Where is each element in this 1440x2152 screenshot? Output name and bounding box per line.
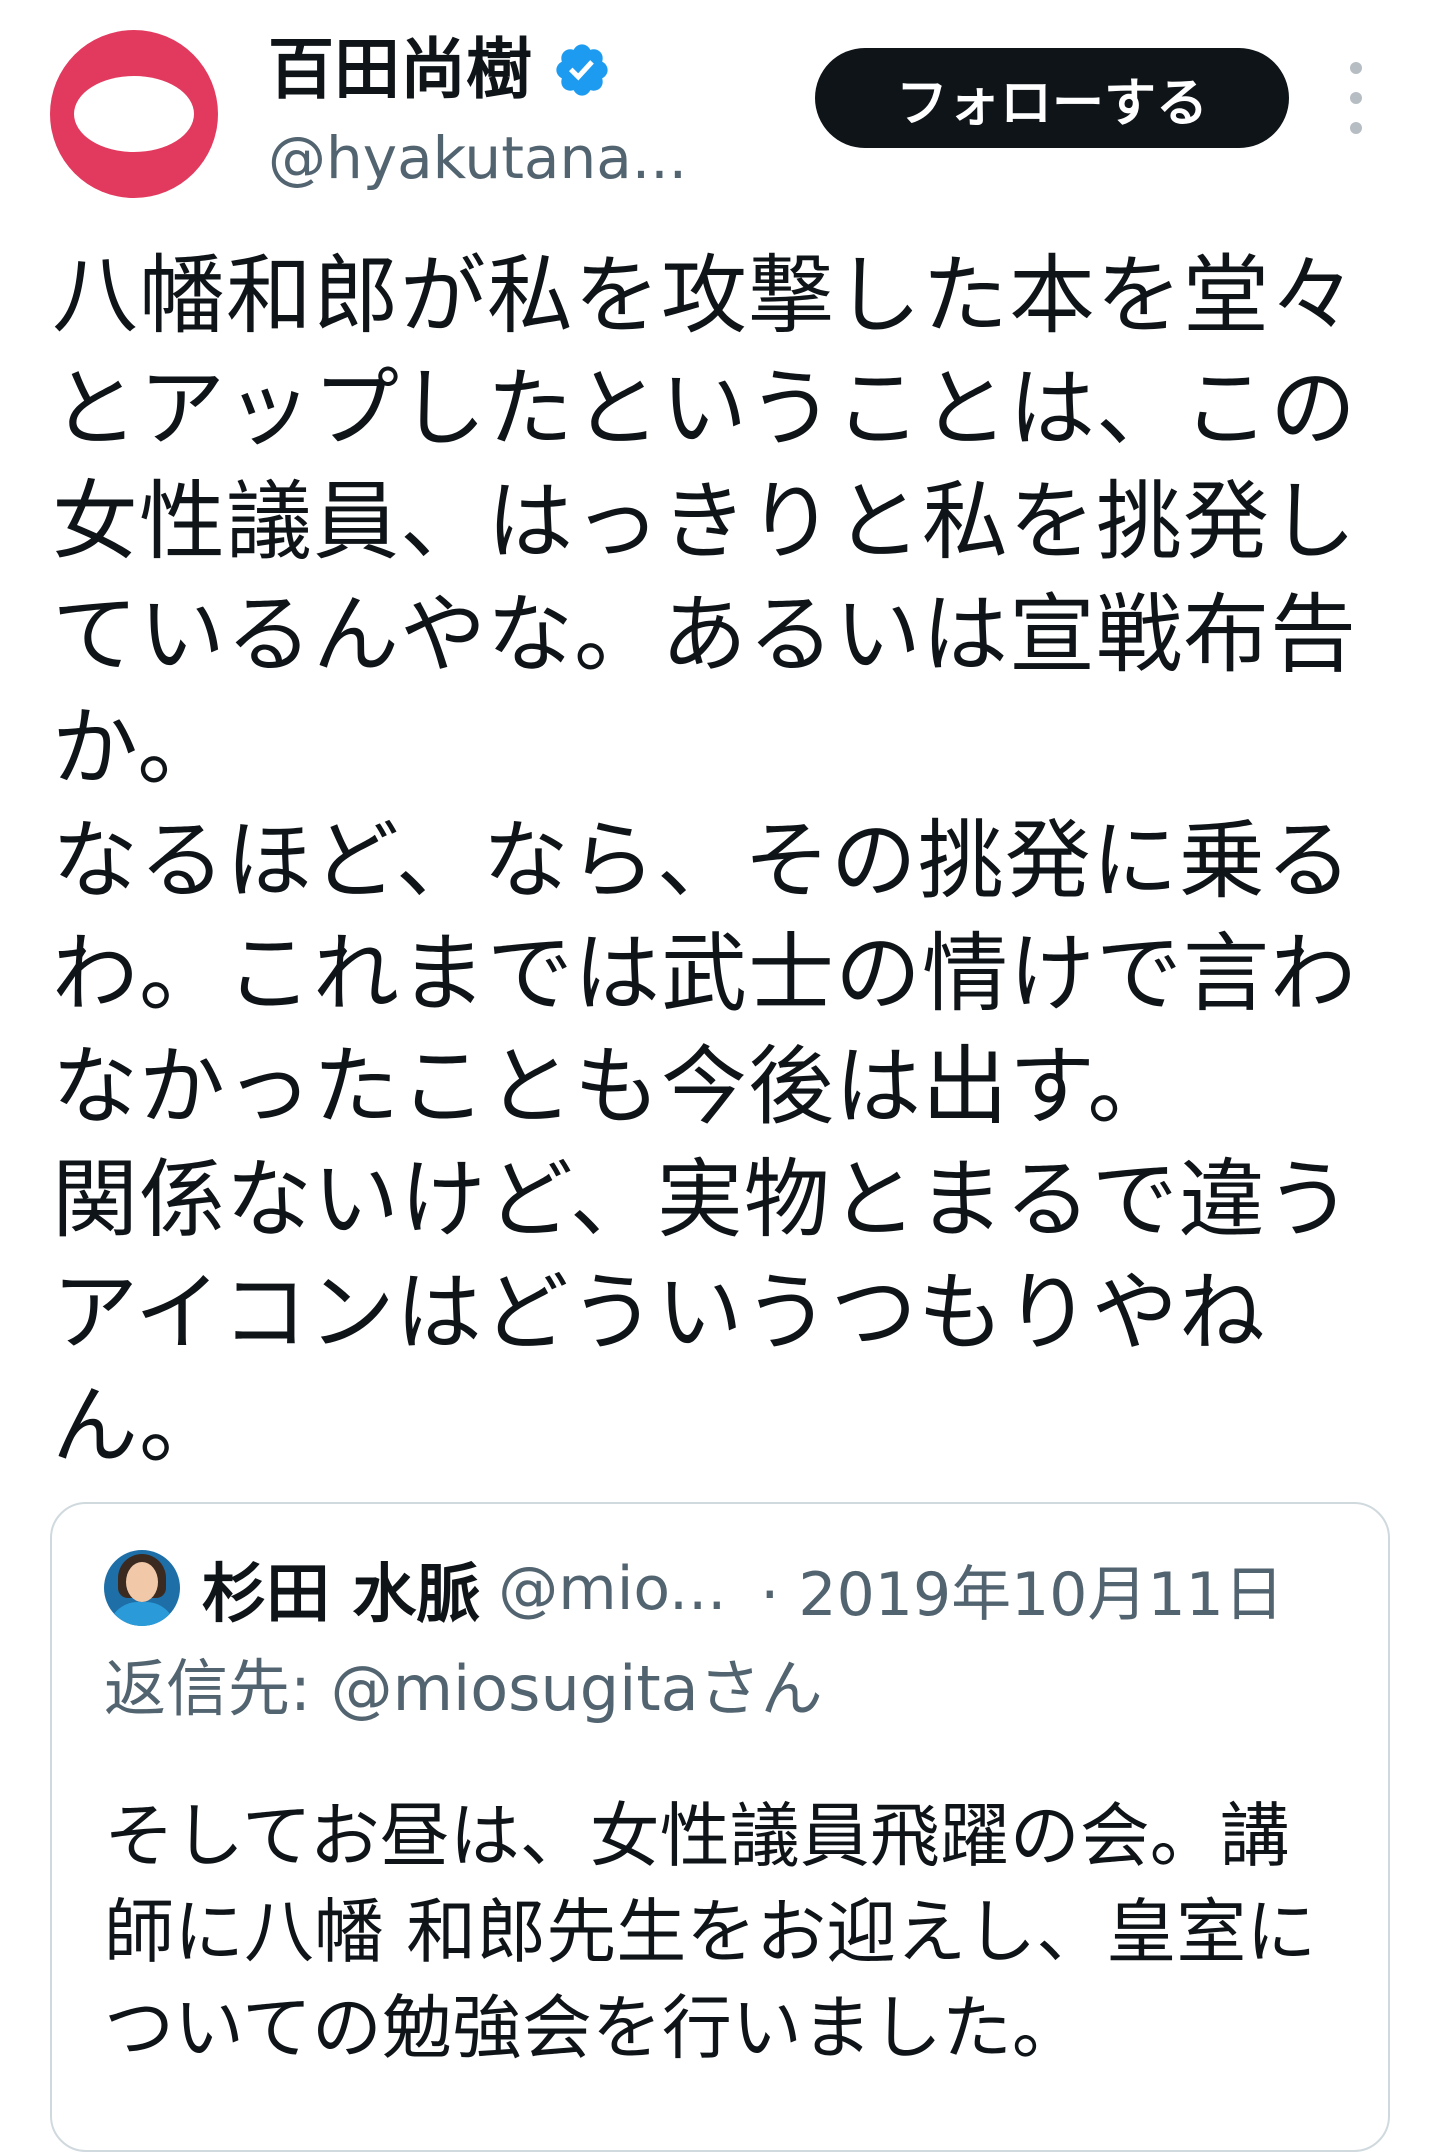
quoted-text-line: そしてお昼は、女性議員飛躍の会。講	[104, 1795, 1290, 1877]
more-dot	[1350, 62, 1362, 74]
tweet-text-line: アイコンはどういうつもりやね	[52, 1263, 1266, 1363]
tweet-text-line: ているんやな。あるいは宣戦布告	[52, 585, 1357, 685]
avatar-shirt-shape	[108, 1602, 176, 1626]
quoted-text-line: 師に八幡 和郎先生をお迎えし、皇室に	[104, 1891, 1317, 1973]
quoted-tweet-card[interactable]: 杉田 水脈 @mio... · 2019年10月11日 返信先: @miosug…	[50, 1502, 1390, 2152]
more-dot	[1350, 92, 1362, 104]
reply-to-label[interactable]: 返信先: @miosugitaさん	[104, 1644, 823, 1734]
tweet-header: 百田尚樹 @hyakutana... フォローする	[0, 0, 1440, 230]
tweet-text-line: か。	[52, 698, 225, 798]
quoted-text-line: ついての勉強会を行いました。	[104, 1987, 1082, 2069]
avatar-face-shape	[126, 1562, 158, 1602]
follow-button[interactable]: フォローする	[815, 48, 1289, 148]
quoted-tweet-date[interactable]: · 2019年10月11日	[760, 1546, 1284, 1633]
author-avatar[interactable]	[50, 30, 218, 198]
tweet-text-line: とアップしたということは、この	[52, 359, 1357, 459]
more-vertical-icon[interactable]	[1330, 62, 1382, 134]
quoted-tweet-text: そしてお昼は、女性議員飛躍の会。講 師に八幡 和郎先生をお迎えし、皇室に ついて…	[104, 1788, 1364, 2076]
quoted-author-handle[interactable]: @mio...	[498, 1554, 726, 1624]
quoted-author-avatar[interactable]	[104, 1550, 180, 1626]
avatar-logo-shape	[74, 76, 194, 152]
tweet-text-line: なるほど、なら、その挑発に乗る	[52, 811, 1353, 911]
verified-badge-icon	[556, 44, 608, 96]
tweet-text-line: ん。	[52, 1376, 226, 1476]
tweet-text-line: 八幡和郎が私を攻撃した本を堂々	[52, 246, 1357, 346]
quoted-author-name[interactable]: 杉田 水脈	[202, 1543, 480, 1635]
more-dot	[1350, 122, 1362, 134]
tweet-text-line: なかったことも今後は出す。	[52, 1037, 1175, 1137]
author-handle[interactable]: @hyakutana...	[268, 118, 687, 198]
quoted-tweet-header: 杉田 水脈 @mio... · 2019年10月11日	[202, 1544, 1284, 1634]
tweet-text-line: 女性議員、はっきりと私を挑発し	[52, 472, 1357, 572]
tweet-text-line: わ。これまでは武士の情けで言わ	[52, 924, 1357, 1024]
author-name[interactable]: 百田尚樹	[268, 30, 532, 110]
author-name-row: 百田尚樹	[268, 30, 612, 110]
tweet-text: 八幡和郎が私を攻撃した本を堂々 とアップしたということは、この 女性議員、はっき…	[52, 240, 1402, 1483]
tweet-text-line: 関係ないけど、実物とまるで違う	[52, 1150, 1353, 1250]
